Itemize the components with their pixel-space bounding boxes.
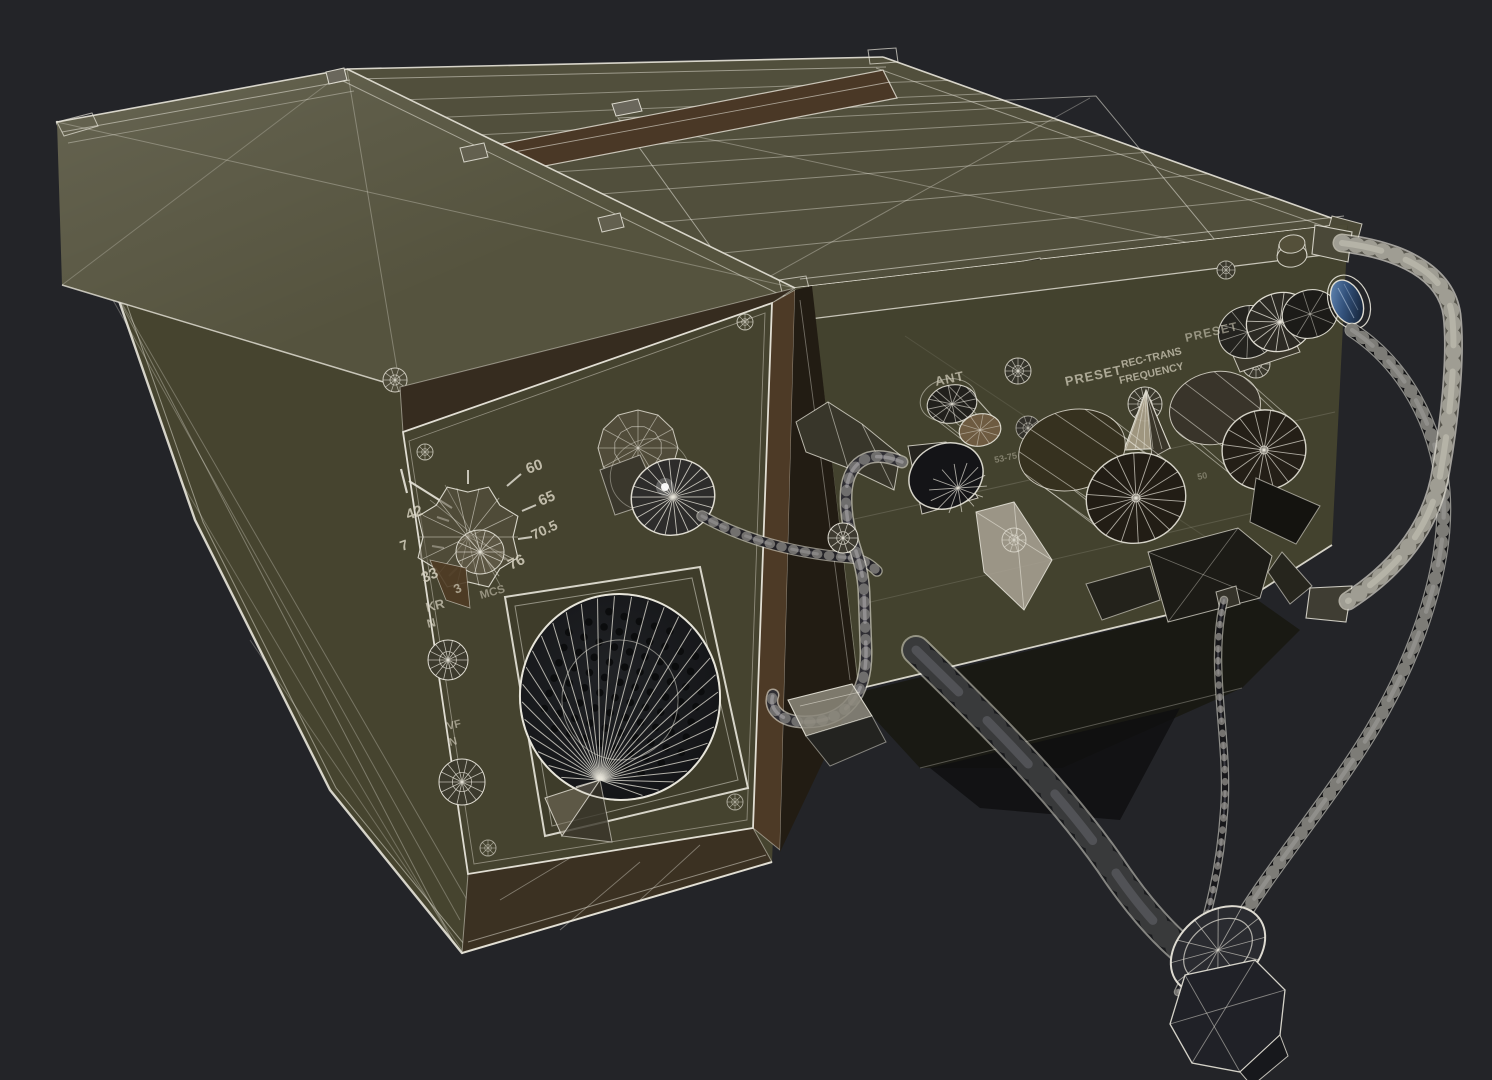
panel-label-range-right: 50 xyxy=(1196,470,1208,482)
render-viewport: ANT PRESET REC-TRANS FREQUENCY PRESET 53… xyxy=(0,0,1492,1080)
radio-wireframe-render: ANT PRESET REC-TRANS FREQUENCY PRESET 53… xyxy=(0,0,1492,1080)
